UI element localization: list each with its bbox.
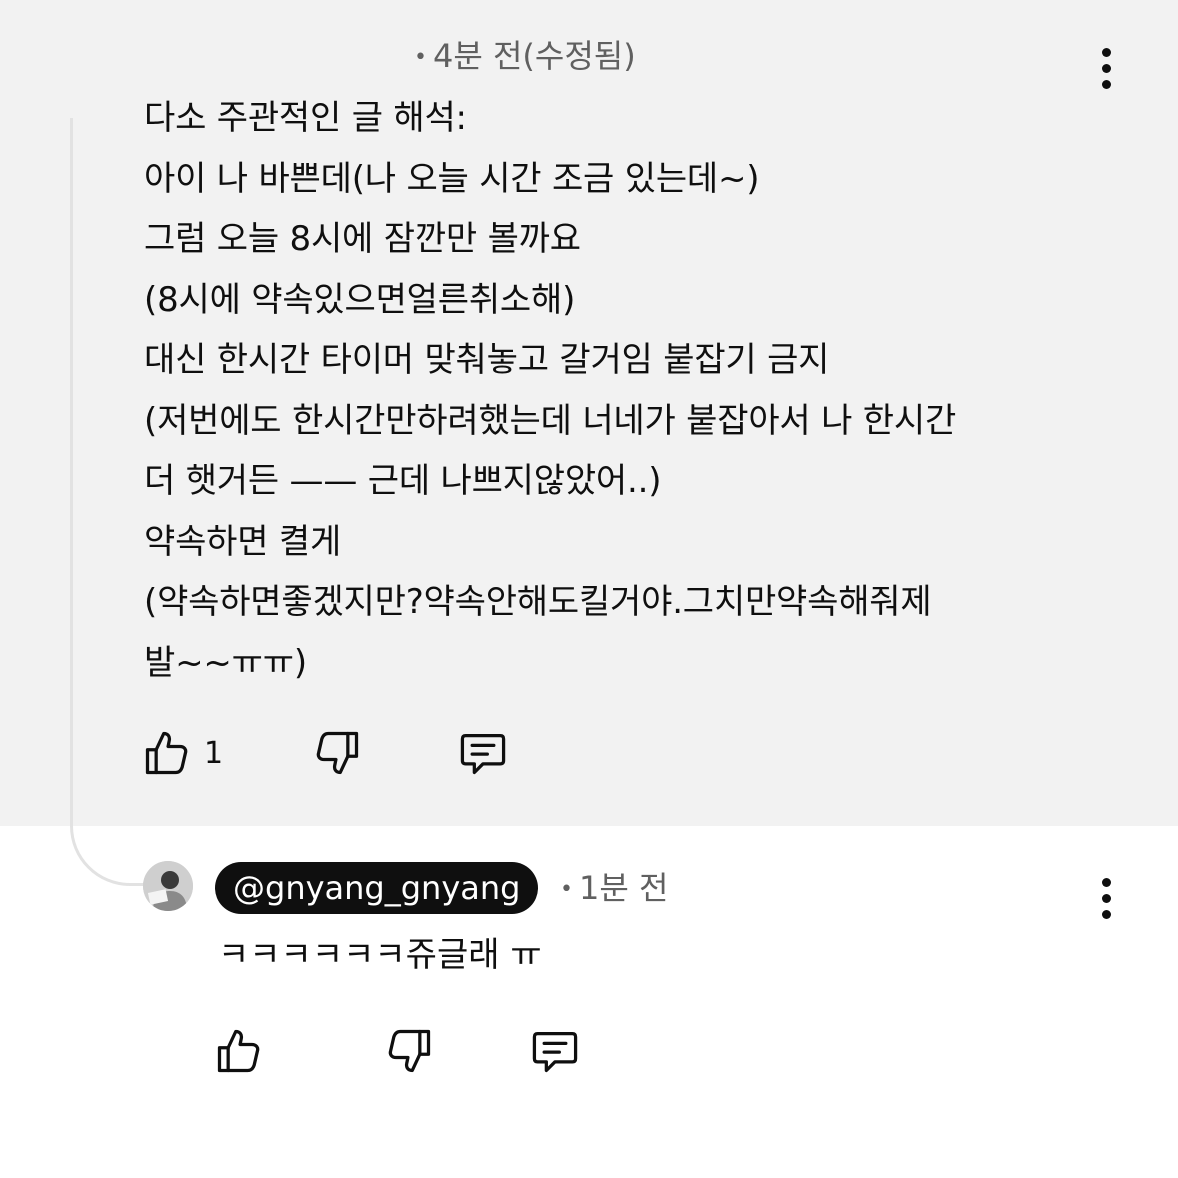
comment-line: 약속하면 켤게 [144,521,342,562]
thumbs-down-icon[interactable] [382,1024,436,1078]
reply-text: ㅋㅋㅋㅋㅋㅋ쥬글래 ㅠ [218,935,542,975]
like-group: 1 [140,726,310,780]
separator-dot: • [414,45,427,70]
comment-line: 다소 주관적인 글 해석: [144,98,467,138]
highlighted-comment: • 4분 전(수정됨) 다소 주관적인 글 해석: 아이 나 바쁜데(나 오늘 시… [0,0,1178,826]
more-vertical-icon[interactable] [1086,868,1126,928]
like-count: 1 [204,735,224,771]
author-handle-badge[interactable]: @gnyang_gnyang [215,862,539,914]
comment-thread: • 4분 전(수정됨) 다소 주관적인 글 해석: 아이 나 바쁜데(나 오늘 시… [0,0,1178,1178]
thumbs-up-icon[interactable] [140,726,194,780]
comment-line: 발~~ㅠㅠ) [144,642,307,683]
dislike-group [310,726,456,780]
reply-comment-icon[interactable] [456,726,510,780]
comment-line: (8시에 약속있으면얼른취소해) [144,279,576,320]
thumbs-up-icon[interactable] [212,1024,266,1078]
reply-timestamp: 1분 전 [578,869,669,907]
like-group [212,1024,382,1078]
comment-line: 더 햇거든 —— 근데 나쁘지않았어..) [144,461,662,501]
thumbs-down-icon[interactable] [310,726,364,780]
comment-meta: • 4분 전(수정됨) [414,34,636,80]
comment-line: 그럼 오늘 8시에 잠깐만 볼까요 [144,219,581,259]
comment-actions: 1 [140,726,510,780]
reply-actions [212,1024,582,1078]
comment-line: (약속하면좋겠지만?약속안해도킬거야.그치만약속해줘제 [144,582,932,622]
comment-line: 대신 한시간 타이머 맞춰놓고 갈거임 붙잡기 금지 [144,340,830,380]
comment-line: 아이 나 바쁜데(나 오늘 시간 조금 있는데~) [144,158,760,199]
comment-timestamp: 4분 전(수정됨) [432,37,636,75]
avatar[interactable] [143,861,193,911]
reply-comment-icon[interactable] [528,1024,582,1078]
comment-line: (저번에도 한시간만하려했는데 너네가 붙잡아서 나 한시간 [144,400,957,441]
comment-text: 다소 주관적인 글 해석: 아이 나 바쁜데(나 오늘 시간 조금 있는데~) … [144,88,1144,693]
separator-dot: • [560,877,573,902]
dislike-group [382,1024,528,1078]
thread-connector [70,118,148,886]
reply-meta: • 1분 전 [560,866,668,912]
